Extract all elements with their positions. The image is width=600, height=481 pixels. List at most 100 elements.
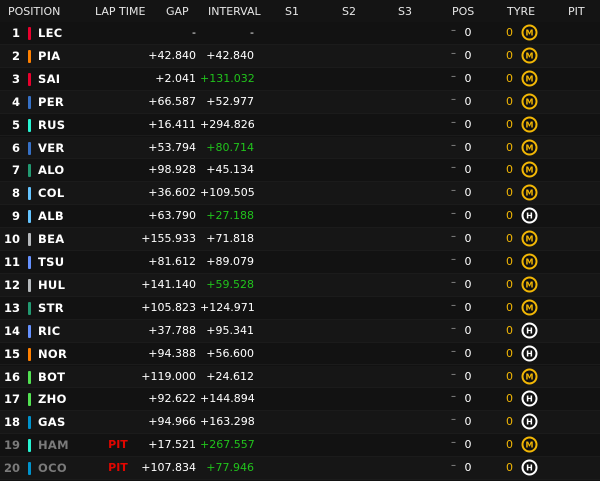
driver-code[interactable]: STR (38, 301, 64, 315)
position-change-dash-icon: – (451, 368, 456, 380)
position-change: 0 (464, 186, 472, 200)
driver-code[interactable]: HAM (38, 438, 69, 452)
driver-code[interactable]: TSU (38, 255, 64, 269)
driver-code[interactable]: LEC (38, 26, 63, 40)
position-number: 17 (3, 392, 20, 407)
tyre-compound-label: M (526, 440, 534, 449)
header-pit[interactable]: PIT (568, 5, 585, 18)
lap-time-status: PIT (108, 461, 128, 475)
tyre-compound-label: M (526, 51, 534, 60)
driver-code[interactable]: BOT (38, 370, 65, 384)
driver-code[interactable]: COL (38, 186, 64, 200)
tyre-compound-label: H (526, 349, 533, 358)
driver-code[interactable]: SAI (38, 72, 60, 86)
table-row[interactable]: 8 COL +36.602 +109.505–0 0 M (0, 182, 600, 206)
driver-code[interactable]: ALO (38, 163, 65, 177)
position-number: 12 (3, 277, 20, 292)
driver-code[interactable]: ALB (38, 209, 64, 223)
gap-value: +98.928 (148, 163, 196, 177)
position-change: 0 (464, 461, 472, 475)
position-number: 14 (3, 323, 20, 338)
tyre-compound-label: M (526, 280, 534, 289)
header-position[interactable]: POSITION (8, 5, 60, 18)
medium-tyre-icon: M (521, 276, 538, 293)
header-s1[interactable]: S1 (285, 5, 299, 18)
header-gap[interactable]: GAP (166, 5, 189, 18)
team-color-bar (28, 95, 31, 109)
position-number: 4 (11, 94, 20, 109)
interval-value: +294.826 (200, 117, 255, 131)
header-pos[interactable]: POS (452, 5, 474, 18)
medium-tyre-icon: M (521, 161, 538, 178)
header-tyre[interactable]: TYRE (507, 5, 535, 18)
table-row[interactable]: 10 BEA +155.933 +71.818–0 0 M (0, 228, 600, 251)
position-change: 0 (464, 94, 472, 108)
gap-value: +119.000 (141, 369, 196, 383)
position-number: 6 (11, 140, 20, 155)
header-interval[interactable]: INTERVAL (208, 5, 261, 18)
header-s3[interactable]: S3 (398, 5, 412, 18)
gap-value: +94.388 (148, 346, 196, 360)
team-color-bar (28, 347, 31, 361)
table-row[interactable]: 1 LEC - - –0 0 M (0, 22, 600, 45)
driver-code[interactable]: OCO (38, 461, 67, 475)
position-number: 19 (3, 438, 20, 453)
driver-code[interactable]: PIA (38, 49, 61, 63)
team-color-bar (28, 233, 31, 247)
tyre-age: 0 (506, 323, 513, 337)
position-change-dash-icon: – (451, 414, 456, 426)
position-change-dash-icon: – (451, 345, 456, 357)
tyre-age: 0 (506, 392, 513, 406)
table-row[interactable]: 3 SAI +2.041 +131.032–0 0 M (0, 68, 600, 91)
position-change-dash-icon: – (451, 231, 456, 243)
table-row[interactable]: 5 RUS +16.411 +294.826–0 0 M (0, 114, 600, 137)
team-color-bar (28, 210, 31, 224)
table-row[interactable]: 9 ALB +63.790 +27.188–0 0 H (0, 205, 600, 229)
table-row[interactable]: 16 BOT +119.000 +24.612–0 0 M (0, 365, 600, 389)
driver-code[interactable]: RUS (38, 118, 65, 132)
tyre-age: 0 (506, 186, 513, 200)
header-lap-time[interactable]: LAP TIME (95, 5, 145, 18)
position-change: 0 (464, 277, 472, 291)
table-row[interactable]: 11 TSU +81.612 +89.079–0 0 M (0, 251, 600, 274)
driver-code[interactable]: PER (38, 95, 64, 109)
table-row[interactable]: 2 PIA +42.840 +42.840–0 0 M (0, 44, 600, 68)
medium-tyre-icon: M (521, 184, 538, 201)
medium-tyre-icon: M (521, 70, 538, 87)
interval-value: +131.032 (200, 71, 255, 85)
gap-value: +81.612 (148, 255, 196, 268)
gap-value: +53.794 (148, 140, 196, 154)
driver-code[interactable]: BEA (38, 232, 64, 246)
table-row[interactable]: 15 NOR +94.388 +56.600–0 0 H (0, 343, 600, 366)
driver-code[interactable]: HUL (38, 278, 65, 292)
header-s2[interactable]: S2 (342, 5, 356, 18)
team-color-bar (28, 439, 31, 453)
table-row[interactable]: 14 RIC +37.788 +95.341–0 0 H (0, 319, 600, 343)
tyre-compound-label: M (526, 143, 534, 152)
tyre-compound-label: M (526, 372, 534, 381)
table-row[interactable]: 4 PER +66.587 +52.977–0 0 M (0, 90, 600, 114)
tyre-age: 0 (506, 415, 513, 429)
driver-code[interactable]: VER (38, 141, 65, 155)
driver-code[interactable]: RIC (38, 324, 60, 338)
position-change: 0 (464, 117, 472, 131)
position-number: 18 (3, 415, 20, 430)
table-row[interactable]: 19 HAM PIT +17.521 +267.557–0 0 M (0, 434, 600, 458)
driver-code[interactable]: NOR (38, 347, 67, 361)
driver-code[interactable]: ZHO (38, 392, 67, 406)
gap-value: +17.521 (148, 438, 196, 452)
table-row[interactable]: 7 ALO +98.928 +45.134–0 0 M (0, 159, 600, 183)
interval-value: +89.079 (206, 255, 254, 268)
interval-value: +59.528 (206, 277, 254, 291)
interval-value: +56.600 (206, 346, 254, 360)
table-row[interactable]: 20 OCO PIT +107.834 +77.946–0 0 H (0, 457, 600, 480)
driver-code[interactable]: GAS (38, 415, 66, 429)
table-row[interactable]: 18 GAS +94.966 +163.298–0 0 H (0, 411, 600, 435)
table-row[interactable]: 12 HUL +141.140 +59.528–0 0 M (0, 273, 600, 297)
table-row[interactable]: 13 STR +105.823 +124.971–0 0 M (0, 297, 600, 320)
table-row[interactable]: 17 ZHO +92.622 +144.894–0 0 H (0, 388, 600, 412)
table-row[interactable]: 6 VER +53.794 +80.714–0 0 M (0, 136, 600, 160)
medium-tyre-icon: M (521, 47, 538, 64)
position-number: 10 (3, 232, 20, 247)
interval-value: +163.298 (200, 415, 255, 429)
